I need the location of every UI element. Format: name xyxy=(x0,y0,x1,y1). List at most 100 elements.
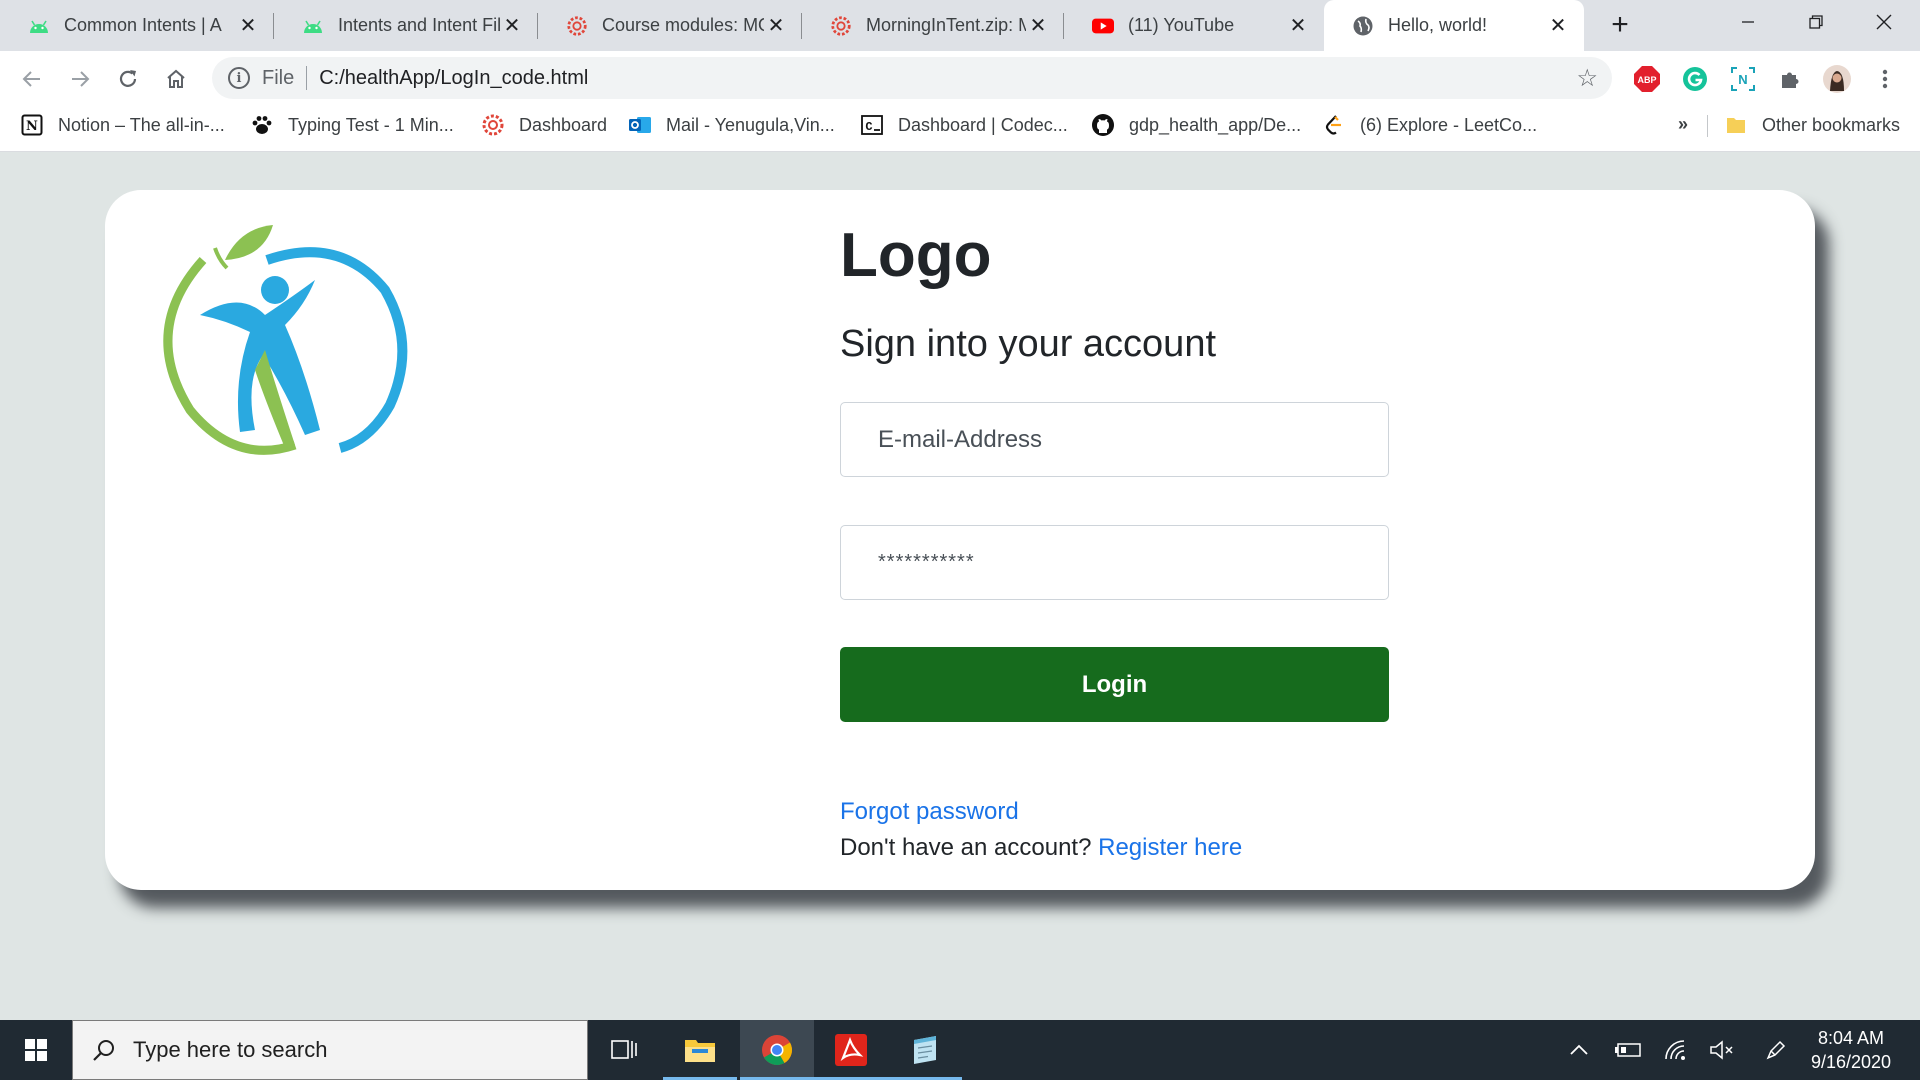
chevron-up-icon xyxy=(1570,1044,1588,1055)
bookmark-github[interactable]: gdp_health_app/De... xyxy=(1091,106,1301,144)
clock-date: 9/16/2020 xyxy=(1810,1052,1892,1072)
bookmark-label: Other bookmarks xyxy=(1762,114,1901,135)
svg-text:N: N xyxy=(1738,72,1747,87)
red-gear-icon xyxy=(566,15,588,37)
chrome-menu-icon[interactable] xyxy=(1870,64,1900,94)
password-field[interactable] xyxy=(841,526,1388,599)
battery-button[interactable] xyxy=(1610,1020,1646,1080)
acrobat-taskbar-button[interactable] xyxy=(814,1020,888,1080)
codecademy-icon: C xyxy=(860,113,884,137)
tab-youtube[interactable]: (11) YouTube ✕ xyxy=(1064,0,1324,51)
bookmark-label: Dashboard xyxy=(519,114,608,135)
no-account-text: Don't have an account? xyxy=(840,834,1092,861)
tab-title: (11) YouTube xyxy=(1128,15,1235,35)
bookmark-codecademy[interactable]: C Dashboard | Codec... xyxy=(860,106,1068,144)
volume-muted-icon xyxy=(1710,1040,1733,1060)
register-link[interactable]: Register here xyxy=(1098,834,1242,861)
bookmarks-bar: N Notion – The all-in-... Typing Test - … xyxy=(0,106,1920,152)
bookmarks-divider xyxy=(1707,115,1708,137)
tab-common-intents[interactable]: Common Intents | A ✕ xyxy=(0,0,274,51)
taskbar-clock[interactable]: 8:04 AM 9/16/2020 xyxy=(1796,1026,1906,1074)
chrome-taskbar-button[interactable] xyxy=(740,1020,814,1080)
notion-clipper-icon[interactable]: N xyxy=(1728,64,1758,94)
address-bar[interactable]: i File C:/healthApp/LogIn_code.html ☆ xyxy=(212,57,1612,99)
acrobat-icon xyxy=(835,1034,867,1066)
restore-button[interactable] xyxy=(1784,0,1848,44)
minimize-icon xyxy=(1742,21,1754,23)
grammarly-icon[interactable] xyxy=(1680,64,1710,94)
adblock-plus-icon[interactable]: ABP xyxy=(1632,64,1662,94)
show-hidden-icons-button[interactable] xyxy=(1564,1020,1594,1080)
windows-taskbar: Type here to search 8:04 AM 9/16/2020 xyxy=(0,1020,1920,1080)
home-button[interactable] xyxy=(160,63,192,95)
bookmark-label: Typing Test - 1 Min... xyxy=(288,114,454,135)
address-divider xyxy=(306,66,308,90)
close-tab-icon[interactable]: ✕ xyxy=(500,14,524,38)
globe-icon xyxy=(1352,15,1374,37)
close-tab-icon[interactable]: ✕ xyxy=(1286,14,1310,38)
notepad-icon xyxy=(914,1036,936,1064)
minimize-button[interactable] xyxy=(1716,0,1780,44)
close-icon xyxy=(1876,14,1892,30)
extensions-puzzle-icon[interactable] xyxy=(1776,64,1806,94)
pen-workspace-button[interactable] xyxy=(1758,1020,1794,1080)
tab-intents-filters[interactable]: Intents and Intent Fil ✕ xyxy=(274,0,538,51)
android-icon xyxy=(302,15,324,37)
tab-morningintent-zip[interactable]: MorningInTent.zip: M ✕ xyxy=(802,0,1064,51)
forward-button[interactable] xyxy=(64,63,96,95)
restore-icon xyxy=(1809,15,1823,29)
network-button[interactable] xyxy=(1658,1020,1694,1080)
tab-title: Common Intents | A xyxy=(64,15,222,35)
browser-toolbar: i File C:/healthApp/LogIn_code.html ☆ AB… xyxy=(0,51,1920,106)
battery-icon xyxy=(1615,1043,1641,1057)
start-button[interactable] xyxy=(0,1020,72,1080)
reload-button[interactable] xyxy=(112,63,144,95)
file-explorer-icon xyxy=(685,1040,715,1062)
login-card: Logo Sign into your account Login Forgot… xyxy=(105,190,1815,890)
forward-arrow-icon xyxy=(72,71,90,87)
folder-icon xyxy=(1724,113,1748,137)
login-button[interactable]: Login xyxy=(840,647,1389,722)
tab-hello-world[interactable]: Hello, world! ✕ xyxy=(1324,0,1584,51)
file-explorer-button[interactable] xyxy=(663,1020,737,1080)
bookmark-label: Dashboard | Codec... xyxy=(898,114,1068,135)
password-field-wrapper xyxy=(840,525,1389,600)
bookmark-mail[interactable]: Mail - Yenugula,Vin... xyxy=(628,106,835,144)
taskbar-search[interactable]: Type here to search xyxy=(72,1020,588,1080)
search-placeholder: Type here to search xyxy=(133,1037,328,1062)
bookmark-typing-test[interactable]: Typing Test - 1 Min... xyxy=(250,106,454,144)
notepad-taskbar-button[interactable] xyxy=(888,1020,962,1080)
bookmark-dashboard[interactable]: Dashboard xyxy=(481,106,607,144)
site-info-icon[interactable]: i xyxy=(228,67,250,89)
close-tab-icon[interactable]: ✕ xyxy=(236,14,260,38)
new-tab-button[interactable]: + xyxy=(1604,10,1636,42)
close-window-button[interactable] xyxy=(1852,0,1916,44)
profile-avatar[interactable] xyxy=(1822,64,1852,94)
bookmarks-overflow-button[interactable]: » xyxy=(1678,114,1688,135)
forgot-password-link[interactable]: Forgot password xyxy=(840,798,1019,826)
back-button[interactable] xyxy=(16,63,48,95)
paw-icon xyxy=(250,113,274,137)
bookmark-star-icon[interactable]: ☆ xyxy=(1576,64,1598,93)
bookmark-label: Notion – The all-in-... xyxy=(58,114,225,135)
bookmark-notion[interactable]: N Notion – The all-in-... xyxy=(20,106,225,144)
close-tab-icon[interactable]: ✕ xyxy=(1546,14,1570,38)
email-field-wrapper xyxy=(840,402,1389,477)
logo-heading: Logo xyxy=(840,221,992,290)
svg-text:C: C xyxy=(865,120,872,134)
task-view-icon xyxy=(611,1040,637,1059)
close-tab-icon[interactable]: ✕ xyxy=(764,14,788,38)
email-field[interactable] xyxy=(841,403,1388,476)
other-bookmarks-folder[interactable]: Other bookmarks xyxy=(1724,106,1900,144)
sign-in-heading: Sign into your account xyxy=(840,323,1217,365)
leetcode-icon xyxy=(1322,113,1346,137)
health-app-logo xyxy=(163,225,408,455)
tab-course-modules[interactable]: Course modules: MO ✕ xyxy=(538,0,802,51)
url-text[interactable]: C:/healthApp/LogIn_code.html xyxy=(319,67,1576,90)
wifi-icon xyxy=(1665,1040,1685,1060)
volume-button[interactable] xyxy=(1704,1020,1740,1080)
close-tab-icon[interactable]: ✕ xyxy=(1026,14,1050,38)
bookmark-leetcode[interactable]: (6) Explore - LeetCo... xyxy=(1322,106,1537,144)
youtube-icon xyxy=(1092,15,1114,37)
task-view-button[interactable] xyxy=(587,1020,661,1080)
